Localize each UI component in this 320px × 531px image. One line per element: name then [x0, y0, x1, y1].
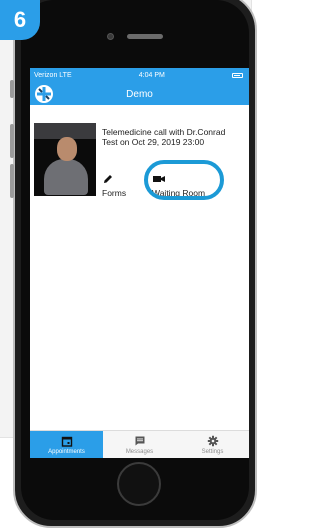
app-logo-icon: [35, 85, 53, 103]
forms-label: Forms: [102, 188, 127, 198]
battery-icon: [231, 73, 243, 78]
calendar-icon: [61, 436, 72, 447]
volume-up-button: [10, 124, 14, 158]
phone-screen: Verizon LTE 4:04 PM Demo Telemedicine ca…: [30, 68, 249, 458]
tab-appointments[interactable]: Appointments: [30, 431, 103, 458]
tab-messages-label: Messages: [125, 448, 154, 455]
doctor-video-thumbnail: [34, 123, 96, 196]
front-camera: [107, 33, 114, 40]
tab-appointments-label: Appointments: [48, 448, 85, 455]
earpiece-speaker: [127, 34, 163, 39]
home-button[interactable]: [117, 462, 161, 506]
status-icons: [231, 73, 243, 78]
appointment-description: Telemedicine call with Dr.Conrad Test on…: [102, 127, 226, 147]
mute-switch: [10, 80, 14, 98]
forms-button[interactable]: Forms: [102, 173, 126, 198]
step-badge: 6: [0, 0, 40, 40]
pencil-icon: [104, 175, 112, 183]
status-bar: Verizon LTE 4:04 PM: [30, 68, 249, 83]
carrier-label: Verizon LTE: [34, 72, 72, 79]
bottom-tab-bar: Appointments Messages Settings: [30, 430, 249, 458]
tab-settings[interactable]: Settings: [176, 431, 249, 458]
waiting-room-highlight: [144, 160, 224, 200]
stage: Verizon LTE 4:04 PM Demo Telemedicine ca…: [0, 0, 264, 531]
clock: 4:04 PM: [138, 72, 165, 79]
page-title: Demo: [126, 88, 153, 100]
message-icon: [135, 436, 144, 445]
tab-settings-label: Settings: [201, 448, 224, 455]
tab-messages[interactable]: Messages: [103, 431, 176, 458]
gear-icon: [207, 435, 218, 446]
volume-down-button: [10, 164, 14, 198]
app-header: Demo: [30, 83, 249, 105]
